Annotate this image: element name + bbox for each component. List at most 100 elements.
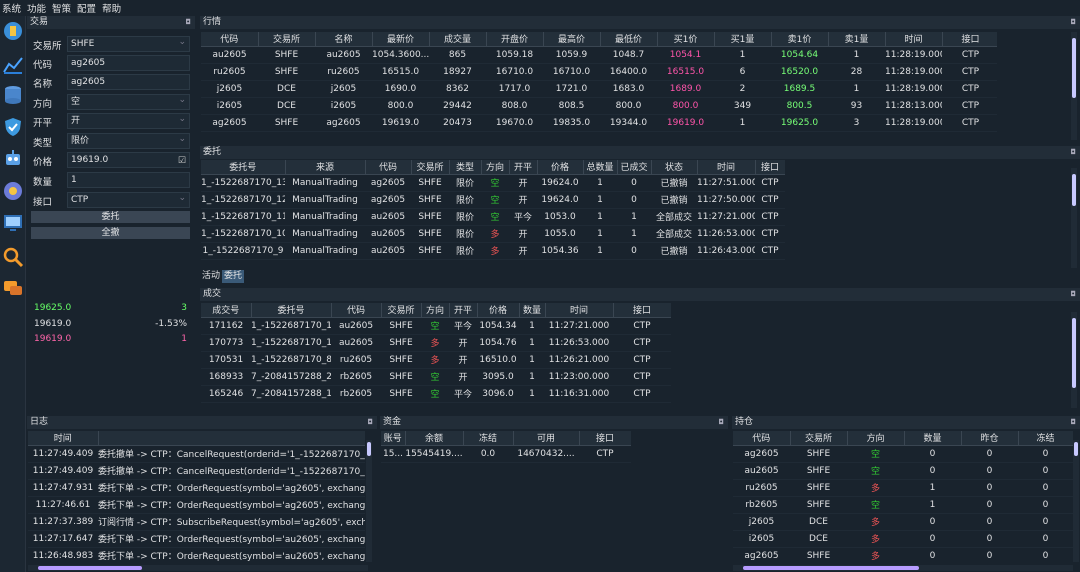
column-header[interactable]: 接口 [942,32,997,47]
menu-item[interactable]: 配置 [77,1,96,15]
table-row[interactable]: 1_-1522687170_10 ManualTrading au2605 SHFE 限… [201,225,785,243]
table-row[interactable]: ag2605 SHFE 多 0 0 0 [733,547,1073,564]
dock-float-icon[interactable]: ◘ [367,416,373,429]
tab-all-orders[interactable]: 委托 [222,270,245,283]
dock-float-icon[interactable]: ◘ [718,416,724,429]
log-hscrollbar[interactable] [28,565,368,571]
table-row[interactable]: 171162 1_-1522687170_11 au2605 SHFE 空平今 1054.… [201,317,671,335]
menu-item[interactable]: 智策 [52,1,71,15]
dock-float-icon[interactable]: ◘ [1070,288,1076,301]
column-header[interactable]: 交易所 [258,32,316,47]
table-row[interactable]: au2605 SHFE au2605 1054.3600... 865 1059.18 10… [201,46,997,64]
menu-item[interactable]: 帮助 [102,1,121,15]
position-scrollbar[interactable] [1073,440,1079,562]
dock-float-icon[interactable]: ◘ [185,16,191,29]
chat-tool-icon[interactable] [2,278,24,300]
order-scrollbar[interactable] [1071,168,1077,268]
column-header[interactable]: 交易所 [411,160,450,175]
column-header[interactable]: 开平 [449,303,478,318]
column-header[interactable]: 成交量 [429,32,487,47]
field-input[interactable]: 1 [67,172,190,188]
field-input[interactable]: ag2605 [67,55,190,71]
field-input[interactable]: ag2605 [67,74,190,90]
column-header[interactable]: 最新价 [372,32,430,47]
table-row[interactable]: 11:27:46.61 委托下单 -> CTP：OrderRequest(symb… [28,496,365,514]
table-row[interactable]: 15... 15545419.... 0.0 14670432.... CTP [381,445,631,463]
column-header[interactable]: 接口 [755,160,785,175]
column-header[interactable]: 交易所 [790,431,848,446]
position-hscrollbar[interactable] [733,565,1073,571]
trade-record-scrollbar[interactable] [1071,312,1077,408]
table-row[interactable]: 11:27:17.647 委托下单 -> CTP：OrderRequest(sym… [28,530,365,548]
menu-item[interactable]: 功能 [27,1,46,15]
column-header[interactable] [98,431,365,446]
table-row[interactable]: 1_-1522687170_13 ManualTrading ag2605 SHFE 限… [201,174,785,192]
search-tool-icon[interactable] [2,246,24,268]
column-header[interactable]: 方向 [481,160,510,175]
field-select[interactable]: 开 [67,112,190,129]
table-row[interactable]: 1_-1522687170_9 ManualTrading au2605 SHFE 限价… [201,242,785,260]
column-header[interactable]: 冻结 [1018,431,1073,446]
table-row[interactable]: 1_-1522687170_11 ManualTrading au2605 SHFE 限… [201,208,785,226]
column-header[interactable]: 时间 [545,303,614,318]
column-header[interactable]: 方向 [421,303,450,318]
column-header[interactable]: 代码 [365,160,412,175]
table-row[interactable]: 1_-1522687170_12 ManualTrading ag2605 SHFE 限… [201,191,785,209]
price-checkbox[interactable]: ☑ [178,154,186,168]
column-header[interactable]: 委托号 [201,160,286,175]
table-row[interactable]: rb2605 SHFE 空 1 0 0 [733,496,1073,514]
column-header[interactable]: 可用 [513,431,580,446]
column-header[interactable]: 委托号 [251,303,332,318]
table-row[interactable]: ru2605 SHFE ru2605 16515.0 18927 16710.0 16710… [201,63,997,81]
field-select[interactable]: 空 [67,93,190,110]
column-header[interactable]: 价格 [477,303,520,318]
table-row[interactable]: 11:27:49.409 委托撤单 -> CTP：CancelRequest(or… [28,462,365,480]
table-row[interactable]: j2605 DCE j2605 1690.0 8362 1717.0 1721.0 1683.… [201,80,997,98]
robot-tool-icon[interactable] [2,148,24,170]
column-header[interactable]: 账号 [381,431,406,446]
column-header[interactable]: 方向 [847,431,905,446]
table-row[interactable]: 170531 1_-1522687170_8 ru2605 SHFE 多开 16510.0… [201,351,671,369]
column-header[interactable]: 时间 [697,160,756,175]
table-row[interactable]: 11:27:47.931 委托下单 -> CTP：OrderRequest(sym… [28,479,365,497]
field-select[interactable]: CTP [67,191,190,208]
column-header[interactable]: 余额 [405,431,464,446]
dock-float-icon[interactable]: ◘ [1070,146,1076,159]
column-header[interactable]: 买1量 [714,32,772,47]
column-header[interactable]: 最高价 [543,32,601,47]
column-header[interactable]: 开平 [509,160,538,175]
column-header[interactable]: 接口 [579,431,631,446]
database-tool-icon[interactable] [2,84,24,106]
column-header[interactable]: 买1价 [657,32,715,47]
field-input[interactable]: 19619.0 ☑ [67,152,190,168]
column-header[interactable]: 卖1量 [828,32,886,47]
column-header[interactable]: 已成交 [617,160,652,175]
field-select[interactable]: SHFE [67,35,190,52]
column-header[interactable]: 冻结 [463,431,514,446]
monitor-tool-icon[interactable] [2,212,24,234]
column-header[interactable]: 类型 [449,160,482,175]
table-row[interactable]: 168933 7_-2084157288_2 rb2605 SHFE 空开 3095.0 1… [201,368,671,386]
dock-float-icon[interactable]: ◘ [1070,16,1076,29]
dock-float-icon[interactable]: ◘ [1070,416,1076,429]
table-row[interactable]: j2605 DCE 多 0 0 0 [733,513,1073,531]
algo-tool-icon[interactable] [2,180,24,202]
column-header[interactable]: 状态 [651,160,698,175]
column-header[interactable]: 数量 [519,303,546,318]
tick-scrollbar[interactable] [1071,32,1077,140]
column-header[interactable]: 数量 [904,431,962,446]
table-row[interactable]: ag2605 SHFE ag2605 19619.0 20473 19670.0 19835… [201,114,997,132]
column-header[interactable]: 交易所 [381,303,422,318]
tab-active-orders[interactable]: 活动 [200,270,222,283]
field-select[interactable]: 限价 [67,132,190,149]
table-row[interactable]: 170773 1_-1522687170_10 au2605 SHFE 多开 1054.7… [201,334,671,352]
column-header[interactable]: 开盘价 [486,32,544,47]
column-header[interactable]: 价格 [537,160,584,175]
risk-shield-icon[interactable] [2,116,24,138]
table-row[interactable]: i2605 DCE i2605 800.0 29442 808.0 808.5 800.0 80… [201,97,997,115]
log-scrollbar[interactable] [366,440,372,562]
table-row[interactable]: 11:27:37.389 订阅行情 -> CTP：SubscribeRequest… [28,513,365,531]
table-row[interactable]: i2605 DCE 多 0 0 0 [733,530,1073,548]
column-header[interactable]: 代码 [201,32,259,47]
table-row[interactable]: ru2605 SHFE 多 1 0 0 [733,479,1073,497]
